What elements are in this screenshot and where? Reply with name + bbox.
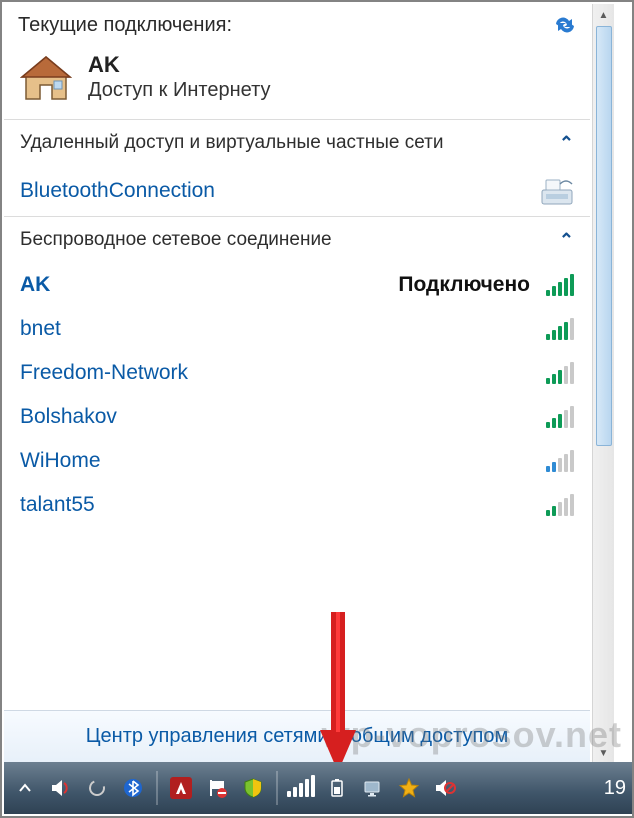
tray-separator bbox=[156, 771, 158, 805]
volume-icon[interactable] bbox=[46, 773, 76, 803]
scrollbar[interactable]: ▲ ▼ bbox=[592, 4, 614, 764]
tray-overflow-icon[interactable] bbox=[10, 773, 40, 803]
taskbar: 19 bbox=[4, 762, 632, 814]
group-header-dialup[interactable]: Удаленный доступ и виртуальные частные с… bbox=[4, 120, 590, 166]
header-title: Текущие подключения: bbox=[18, 14, 576, 37]
refresh-icon[interactable] bbox=[552, 14, 578, 36]
battery-icon[interactable] bbox=[322, 773, 352, 803]
group-label: Удаленный доступ и виртуальные частные с… bbox=[20, 132, 443, 154]
group-header-wireless[interactable]: Беспроводное сетевое соединение ⌃ bbox=[4, 217, 590, 263]
current-connection: AK Доступ к Интернету bbox=[4, 51, 590, 119]
flag-blocked-icon[interactable] bbox=[202, 773, 232, 803]
network-name: WiHome bbox=[20, 449, 101, 473]
pc-icon[interactable] bbox=[358, 773, 388, 803]
chevron-up-icon: ⌃ bbox=[559, 133, 574, 154]
network-center-link[interactable]: Центр управления сетями и общим доступом bbox=[4, 710, 590, 764]
wifi-item-freedom[interactable]: Freedom-Network bbox=[4, 351, 590, 395]
signal-icon bbox=[546, 450, 574, 472]
wifi-item-bnet[interactable]: bnet bbox=[4, 307, 590, 351]
header: Текущие подключения: bbox=[4, 4, 590, 51]
scrollbar-thumb[interactable] bbox=[596, 26, 612, 446]
group-label: Беспроводное сетевое соединение bbox=[20, 229, 332, 251]
dialup-item-bluetooth[interactable]: BluetoothConnection bbox=[4, 166, 590, 216]
adobe-icon[interactable] bbox=[166, 773, 196, 803]
shield-icon[interactable] bbox=[238, 773, 268, 803]
current-connection-name: AK bbox=[88, 53, 270, 77]
wifi-item-bolshakov[interactable]: Bolshakov bbox=[4, 395, 590, 439]
network-name: Bolshakov bbox=[20, 405, 117, 429]
network-name: Freedom-Network bbox=[20, 361, 188, 385]
network-status: Подключено bbox=[398, 273, 530, 297]
wifi-item-talant55[interactable]: talant55 bbox=[4, 483, 590, 521]
scroll-area: Текущие подключения: AK Доступ к Интерне… bbox=[4, 4, 614, 764]
signal-icon bbox=[546, 406, 574, 428]
scroll-down-icon[interactable]: ▼ bbox=[593, 742, 614, 764]
home-icon bbox=[18, 53, 74, 103]
signal-icon bbox=[546, 494, 574, 516]
bluetooth-icon[interactable] bbox=[118, 773, 148, 803]
spinner-icon[interactable] bbox=[82, 773, 112, 803]
wifi-item-wihome[interactable]: WiHome bbox=[4, 439, 590, 483]
window-frame: Текущие подключения: AK Доступ к Интерне… bbox=[0, 0, 634, 818]
network-bars-icon[interactable] bbox=[286, 773, 316, 803]
scroll-up-icon[interactable]: ▲ bbox=[593, 4, 614, 26]
modem-icon bbox=[540, 176, 574, 206]
signal-icon bbox=[546, 362, 574, 384]
chevron-up-icon: ⌃ bbox=[559, 230, 574, 251]
wifi-item-ak[interactable]: AK Подключено bbox=[4, 263, 590, 307]
signal-icon bbox=[546, 318, 574, 340]
taskbar-clock[interactable]: 19 bbox=[604, 777, 626, 800]
volume-muted-icon[interactable] bbox=[430, 773, 460, 803]
network-flyout-panel: Текущие подключения: AK Доступ к Интерне… bbox=[4, 4, 590, 764]
network-name: bnet bbox=[20, 317, 61, 341]
network-name: BluetoothConnection bbox=[20, 179, 215, 203]
current-connection-status: Доступ к Интернету bbox=[88, 78, 270, 103]
tray-separator bbox=[276, 771, 278, 805]
star-icon[interactable] bbox=[394, 773, 424, 803]
network-name: AK bbox=[20, 273, 50, 297]
current-connection-text: AK Доступ к Интернету bbox=[88, 53, 270, 102]
signal-icon bbox=[546, 274, 574, 296]
network-name: talant55 bbox=[20, 493, 95, 517]
